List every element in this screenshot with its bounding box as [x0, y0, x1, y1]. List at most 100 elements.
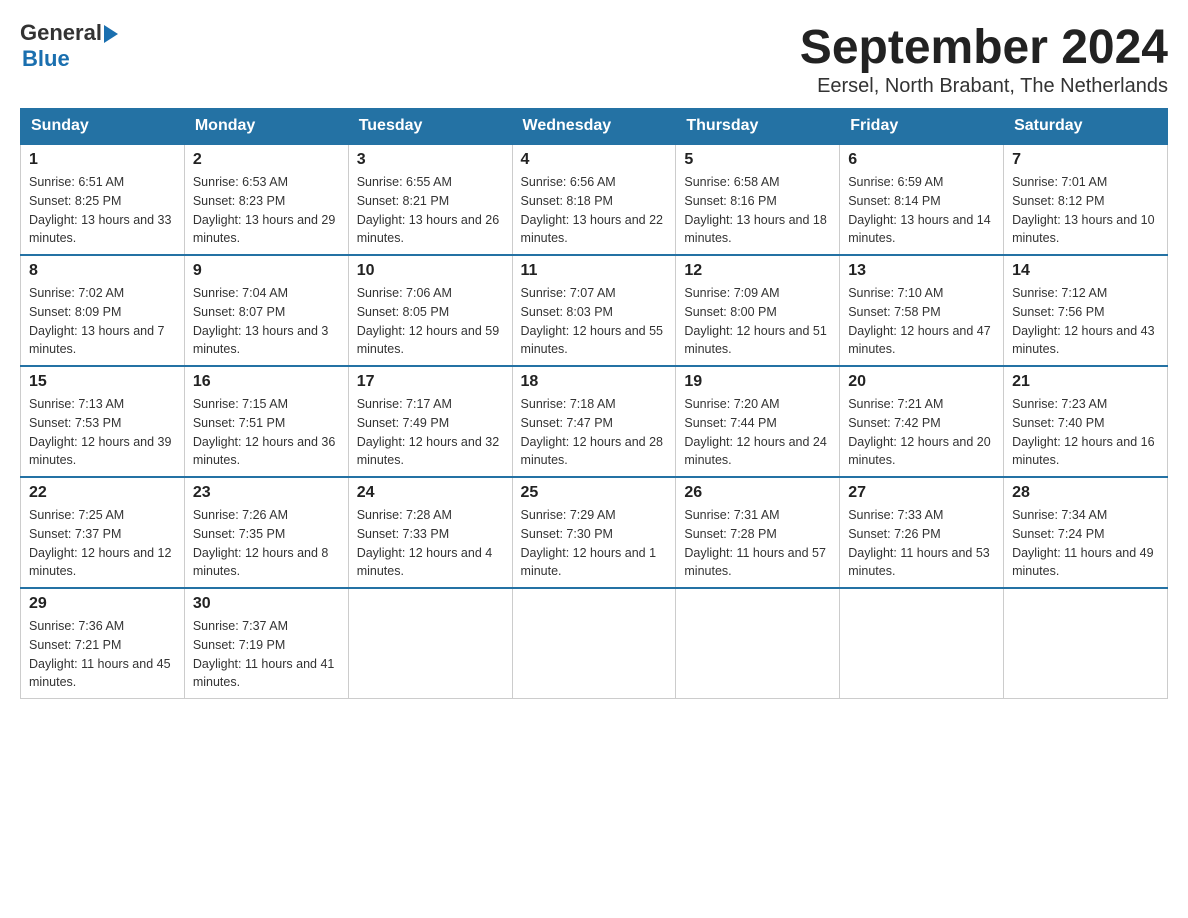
- calendar-cell: [676, 588, 840, 699]
- day-number: 15: [29, 373, 176, 391]
- day-info: Sunrise: 7:15 AMSunset: 7:51 PMDaylight:…: [193, 395, 340, 470]
- calendar-header-row: SundayMondayTuesdayWednesdayThursdayFrid…: [21, 109, 1168, 145]
- day-number: 11: [521, 262, 668, 280]
- day-info: Sunrise: 7:23 AMSunset: 7:40 PMDaylight:…: [1012, 395, 1159, 470]
- page-header: General Blue September 2024 Eersel, Nort…: [20, 20, 1168, 98]
- calendar-cell: 6Sunrise: 6:59 AMSunset: 8:14 PMDaylight…: [840, 144, 1004, 255]
- column-header-monday: Monday: [184, 109, 348, 145]
- day-info: Sunrise: 7:07 AMSunset: 8:03 PMDaylight:…: [521, 284, 668, 359]
- day-info: Sunrise: 7:01 AMSunset: 8:12 PMDaylight:…: [1012, 173, 1159, 248]
- day-info: Sunrise: 7:17 AMSunset: 7:49 PMDaylight:…: [357, 395, 504, 470]
- calendar-week-row: 8 Sunrise: 7:02 AMSunset: 8:09 PMDaylight…: [21, 255, 1168, 366]
- calendar-cell: 24 Sunrise: 7:28 AMSunset: 7:33 PMDayligh…: [348, 477, 512, 588]
- calendar-cell: [348, 588, 512, 699]
- calendar-week-row: 29 Sunrise: 7:36 AMSunset: 7:21 PMDayligh…: [21, 588, 1168, 699]
- calendar-week-row: 15 Sunrise: 7:13 AMSunset: 7:53 PMDayligh…: [21, 366, 1168, 477]
- day-info: Sunrise: 7:20 AMSunset: 7:44 PMDaylight:…: [684, 395, 831, 470]
- calendar-cell: 9 Sunrise: 7:04 AMSunset: 8:07 PMDaylight…: [184, 255, 348, 366]
- calendar-cell: 12 Sunrise: 7:09 AMSunset: 8:00 PMDayligh…: [676, 255, 840, 366]
- day-info: Sunrise: 6:53 AMSunset: 8:23 PMDaylight:…: [193, 173, 340, 248]
- calendar-cell: 29 Sunrise: 7:36 AMSunset: 7:21 PMDayligh…: [21, 588, 185, 699]
- day-number: 3: [357, 151, 504, 169]
- title-block: September 2024 Eersel, North Brabant, Th…: [800, 20, 1168, 98]
- day-number: 4: [521, 151, 668, 169]
- logo: General Blue: [20, 20, 118, 72]
- day-number: 26: [684, 484, 831, 502]
- day-number: 2: [193, 151, 340, 169]
- day-info: Sunrise: 7:10 AMSunset: 7:58 PMDaylight:…: [848, 284, 995, 359]
- day-info: Sunrise: 7:26 AMSunset: 7:35 PMDaylight:…: [193, 506, 340, 581]
- day-info: Sunrise: 7:12 AMSunset: 7:56 PMDaylight:…: [1012, 284, 1159, 359]
- day-number: 10: [357, 262, 504, 280]
- column-header-sunday: Sunday: [21, 109, 185, 145]
- calendar-cell: 22Sunrise: 7:25 AMSunset: 7:37 PMDayligh…: [21, 477, 185, 588]
- calendar-cell: 14 Sunrise: 7:12 AMSunset: 7:56 PMDayligh…: [1004, 255, 1168, 366]
- day-info: Sunrise: 7:21 AMSunset: 7:42 PMDaylight:…: [848, 395, 995, 470]
- day-number: 16: [193, 373, 340, 391]
- calendar-cell: 3 Sunrise: 6:55 AMSunset: 8:21 PMDaylight…: [348, 144, 512, 255]
- calendar-cell: 19 Sunrise: 7:20 AMSunset: 7:44 PMDayligh…: [676, 366, 840, 477]
- day-info: Sunrise: 7:28 AMSunset: 7:33 PMDaylight:…: [357, 506, 504, 581]
- day-info: Sunrise: 7:18 AMSunset: 7:47 PMDaylight:…: [521, 395, 668, 470]
- column-header-saturday: Saturday: [1004, 109, 1168, 145]
- day-number: 8: [29, 262, 176, 280]
- calendar-cell: [840, 588, 1004, 699]
- day-info: Sunrise: 7:02 AMSunset: 8:09 PMDaylight:…: [29, 284, 176, 359]
- calendar-cell: 8 Sunrise: 7:02 AMSunset: 8:09 PMDaylight…: [21, 255, 185, 366]
- day-info: Sunrise: 7:34 AMSunset: 7:24 PMDaylight:…: [1012, 506, 1159, 581]
- day-number: 27: [848, 484, 995, 502]
- day-info: Sunrise: 7:09 AMSunset: 8:00 PMDaylight:…: [684, 284, 831, 359]
- day-number: 17: [357, 373, 504, 391]
- day-number: 29: [29, 595, 176, 613]
- day-number: 19: [684, 373, 831, 391]
- calendar-cell: 15 Sunrise: 7:13 AMSunset: 7:53 PMDayligh…: [21, 366, 185, 477]
- day-info: Sunrise: 6:59 AMSunset: 8:14 PMDaylight:…: [848, 173, 995, 248]
- day-info: Sunrise: 7:36 AMSunset: 7:21 PMDaylight:…: [29, 617, 176, 692]
- day-number: 20: [848, 373, 995, 391]
- column-header-wednesday: Wednesday: [512, 109, 676, 145]
- column-header-thursday: Thursday: [676, 109, 840, 145]
- calendar-cell: 20 Sunrise: 7:21 AMSunset: 7:42 PMDayligh…: [840, 366, 1004, 477]
- day-number: 25: [521, 484, 668, 502]
- calendar-cell: 4 Sunrise: 6:56 AMSunset: 8:18 PMDaylight…: [512, 144, 676, 255]
- calendar-cell: 17 Sunrise: 7:17 AMSunset: 7:49 PMDayligh…: [348, 366, 512, 477]
- column-header-tuesday: Tuesday: [348, 109, 512, 145]
- logo-blue: Blue: [22, 46, 70, 72]
- location-subtitle: Eersel, North Brabant, The Netherlands: [800, 75, 1168, 98]
- calendar-week-row: 22Sunrise: 7:25 AMSunset: 7:37 PMDayligh…: [21, 477, 1168, 588]
- calendar-cell: 1Sunrise: 6:51 AMSunset: 8:25 PMDaylight…: [21, 144, 185, 255]
- calendar-cell: [1004, 588, 1168, 699]
- day-number: 7: [1012, 151, 1159, 169]
- calendar-cell: 5 Sunrise: 6:58 AMSunset: 8:16 PMDaylight…: [676, 144, 840, 255]
- calendar-table: SundayMondayTuesdayWednesdayThursdayFrid…: [20, 108, 1168, 699]
- calendar-cell: 10 Sunrise: 7:06 AMSunset: 8:05 PMDayligh…: [348, 255, 512, 366]
- logo-general: General: [20, 20, 102, 46]
- day-number: 18: [521, 373, 668, 391]
- column-header-friday: Friday: [840, 109, 1004, 145]
- day-info: Sunrise: 7:13 AMSunset: 7:53 PMDaylight:…: [29, 395, 176, 470]
- day-number: 12: [684, 262, 831, 280]
- day-number: 24: [357, 484, 504, 502]
- calendar-cell: 2 Sunrise: 6:53 AMSunset: 8:23 PMDaylight…: [184, 144, 348, 255]
- day-info: Sunrise: 6:56 AMSunset: 8:18 PMDaylight:…: [521, 173, 668, 248]
- day-info: Sunrise: 7:06 AMSunset: 8:05 PMDaylight:…: [357, 284, 504, 359]
- day-number: 5: [684, 151, 831, 169]
- day-info: Sunrise: 7:31 AMSunset: 7:28 PMDaylight:…: [684, 506, 831, 581]
- calendar-cell: 23Sunrise: 7:26 AMSunset: 7:35 PMDayligh…: [184, 477, 348, 588]
- day-number: 14: [1012, 262, 1159, 280]
- calendar-cell: 28Sunrise: 7:34 AMSunset: 7:24 PMDayligh…: [1004, 477, 1168, 588]
- month-year-title: September 2024: [800, 20, 1168, 75]
- day-number: 1: [29, 151, 176, 169]
- calendar-cell: 7 Sunrise: 7:01 AMSunset: 8:12 PMDaylight…: [1004, 144, 1168, 255]
- day-info: Sunrise: 6:55 AMSunset: 8:21 PMDaylight:…: [357, 173, 504, 248]
- calendar-cell: 13 Sunrise: 7:10 AMSunset: 7:58 PMDayligh…: [840, 255, 1004, 366]
- calendar-cell: [512, 588, 676, 699]
- day-info: Sunrise: 6:58 AMSunset: 8:16 PMDaylight:…: [684, 173, 831, 248]
- day-number: 13: [848, 262, 995, 280]
- day-info: Sunrise: 7:04 AMSunset: 8:07 PMDaylight:…: [193, 284, 340, 359]
- calendar-cell: 21Sunrise: 7:23 AMSunset: 7:40 PMDayligh…: [1004, 366, 1168, 477]
- day-number: 9: [193, 262, 340, 280]
- calendar-cell: 30Sunrise: 7:37 AMSunset: 7:19 PMDayligh…: [184, 588, 348, 699]
- calendar-cell: 27Sunrise: 7:33 AMSunset: 7:26 PMDayligh…: [840, 477, 1004, 588]
- day-info: Sunrise: 7:37 AMSunset: 7:19 PMDaylight:…: [193, 617, 340, 692]
